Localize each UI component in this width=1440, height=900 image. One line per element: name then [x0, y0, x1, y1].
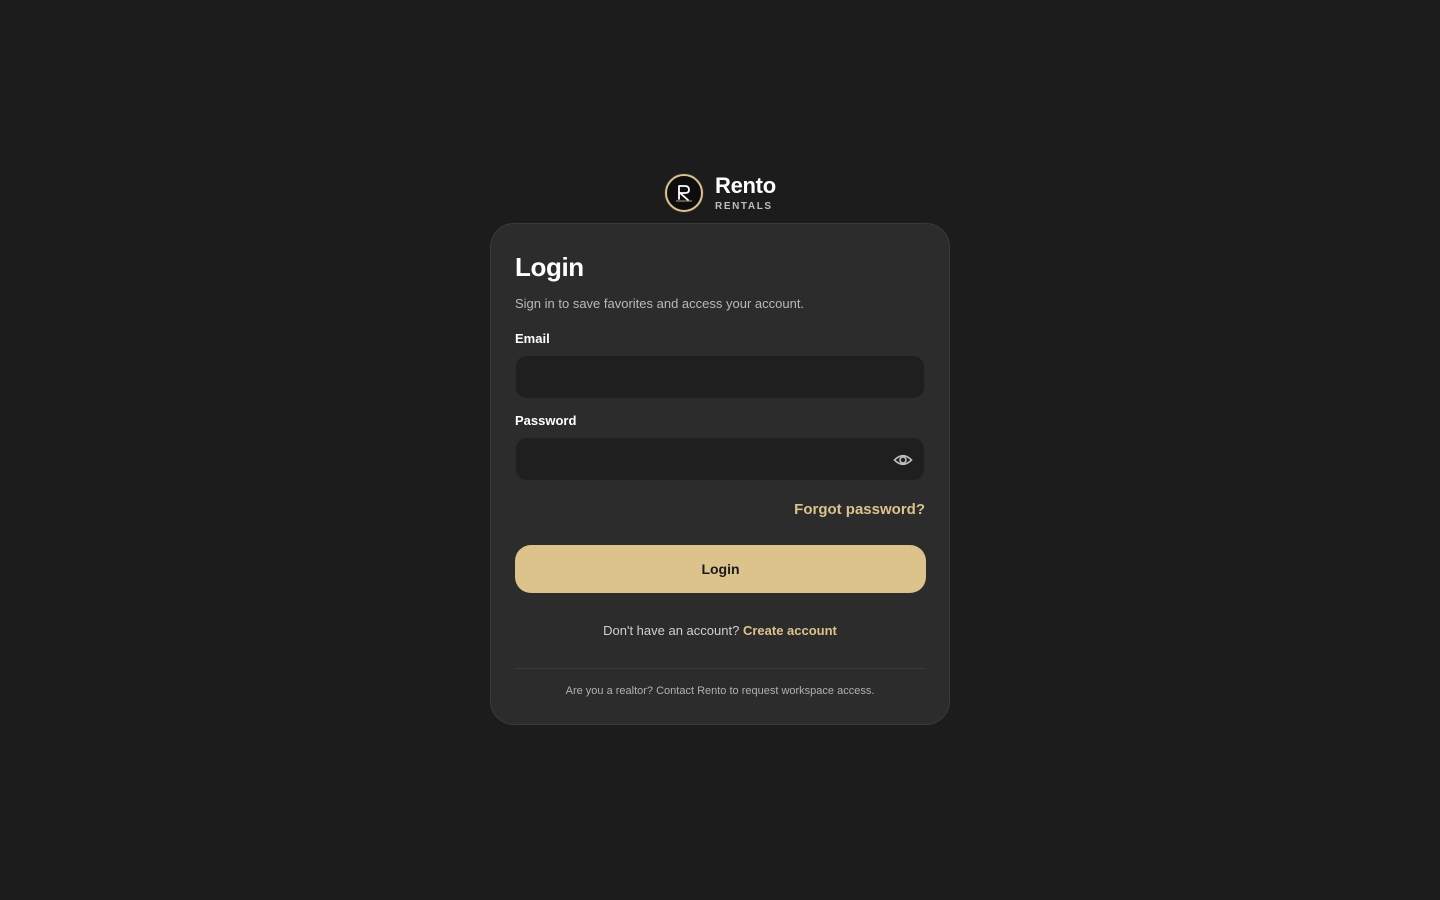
password-label: Password	[515, 413, 577, 428]
page-title: Login	[515, 252, 584, 282]
email-field[interactable]	[516, 356, 924, 398]
password-field-wrapper	[515, 437, 925, 481]
page-subtitle: Sign in to save favorites and access you…	[515, 296, 805, 311]
login-card: Login Sign in to save favorites and acce…	[490, 223, 950, 725]
signup-prompt-text: Don't have an account?	[603, 623, 740, 638]
login-page: Rento RENTALS Login Sign in to save favo…	[0, 0, 1440, 900]
create-account-link[interactable]: Create account	[743, 623, 837, 638]
email-label: Email	[515, 331, 550, 346]
email-field-wrapper	[515, 355, 925, 399]
forgot-password-link[interactable]: Forgot password?	[794, 501, 925, 518]
brand-subtitle: RENTALS	[715, 200, 773, 212]
signup-prompt: Don't have an account? Create account	[491, 623, 949, 638]
realtor-footnote: Are you a realtor? Contact Rento to requ…	[565, 685, 875, 697]
brand-name: Rento	[715, 172, 776, 198]
eye-icon[interactable]	[892, 449, 914, 471]
rento-logo-icon	[665, 174, 703, 212]
divider	[515, 668, 926, 669]
password-field[interactable]	[516, 438, 924, 480]
brand-header: Rento RENTALS	[665, 174, 776, 212]
login-button[interactable]: Login	[515, 545, 926, 593]
